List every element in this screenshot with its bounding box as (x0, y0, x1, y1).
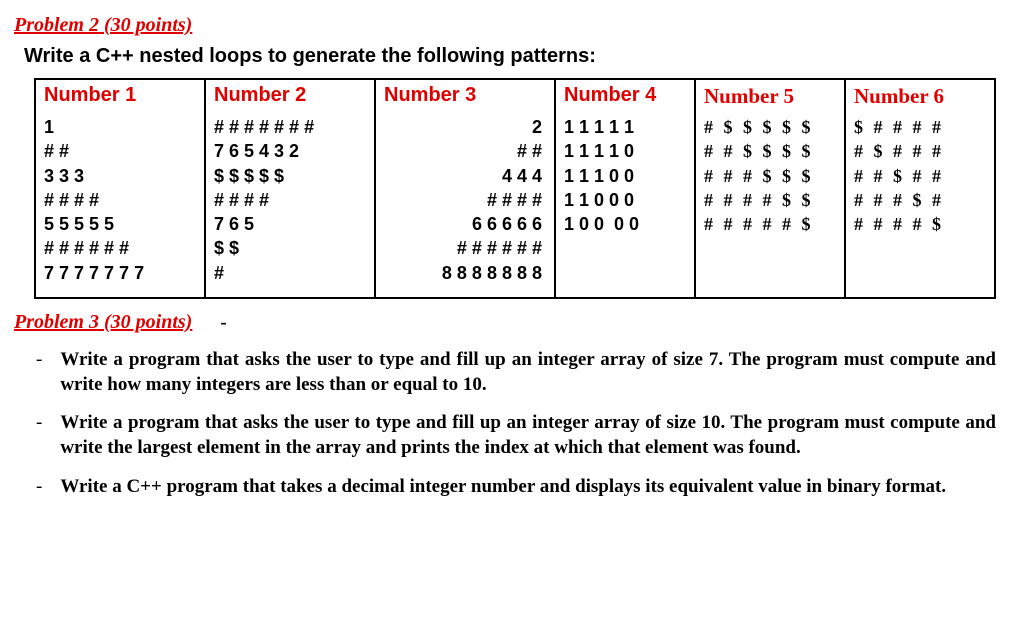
col-header-4: Number 4 (555, 79, 695, 111)
problem-2-heading: Problem 2 (30 points) (14, 14, 1010, 37)
col-header-1: Number 1 (35, 79, 205, 111)
list-item: - Write a C++ program that takes a decim… (36, 475, 996, 500)
col-header-5: Number 5 (695, 79, 845, 111)
col-header-6: Number 6 (845, 79, 995, 111)
pattern-cell-3: 2 # # 4 4 4 # # # # 6 6 6 6 6 # # # # # … (375, 111, 555, 298)
list-item: - Write a program that asks the user to … (36, 348, 996, 397)
bullet-dash-icon: - (36, 348, 42, 373)
pattern-cell-2: # # # # # # # 7 6 5 4 3 2 $ $ $ $ $ # # … (205, 111, 375, 298)
task-text: Write a program that asks the user to ty… (60, 348, 996, 397)
patterns-table: Number 1 Number 2 Number 3 Number 4 Numb… (34, 78, 996, 299)
task-text: Write a program that asks the user to ty… (60, 411, 996, 460)
pattern-cell-1: 1 # # 3 3 3 # # # # 5 5 5 5 5 # # # # # … (35, 111, 205, 298)
pattern-cell-6: $ # # # # # $ # # # # # $ # # # # # $ # … (845, 111, 995, 298)
pattern-cell-4: 1 1 1 1 1 1 1 1 1 0 1 1 1 0 0 1 1 0 0 0 … (555, 111, 695, 298)
col-header-2: Number 2 (205, 79, 375, 111)
problem-3-heading: Problem 3 (30 points) (14, 311, 192, 334)
bullet-dash-icon: - (36, 411, 42, 436)
col-header-3: Number 3 (375, 79, 555, 111)
heading-trailing-dash: - (220, 312, 226, 334)
task-text: Write a C++ program that takes a decimal… (60, 475, 996, 500)
pattern-cell-5: # $ $ $ $ $ # # $ $ $ $ # # # $ $ $ # # … (695, 111, 845, 298)
bullet-dash-icon: - (36, 475, 42, 500)
problem-3-tasks: - Write a program that asks the user to … (36, 348, 1010, 499)
list-item: - Write a program that asks the user to … (36, 411, 996, 460)
problem-2-instruction: Write a C++ nested loops to generate the… (24, 45, 1010, 68)
